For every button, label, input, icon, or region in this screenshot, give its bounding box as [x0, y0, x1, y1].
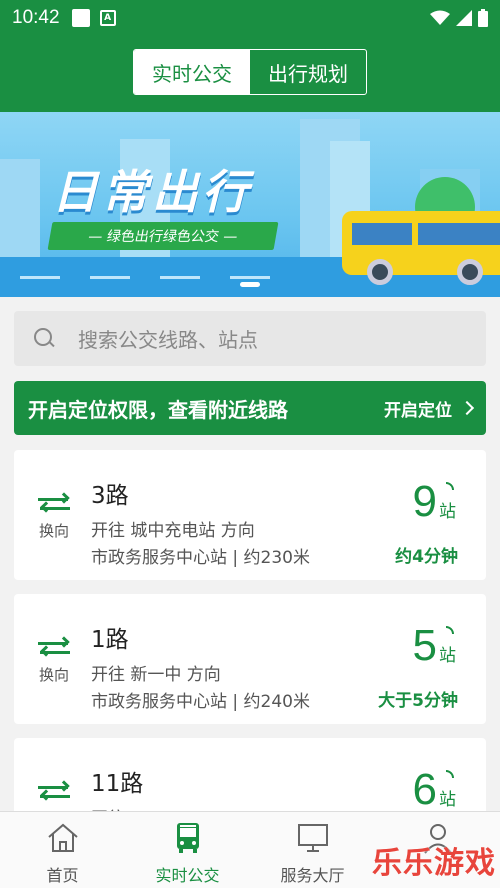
status-bar: 10:42 A — [0, 0, 500, 36]
watermark: 乐乐游戏 — [372, 846, 496, 881]
swap-arrows-icon — [38, 492, 70, 514]
search-input[interactable]: 搜索公交线路、站点 — [78, 324, 258, 353]
bus-icon — [176, 823, 199, 853]
stops-count: 6 — [412, 765, 437, 814]
swap-arrows-icon — [38, 636, 70, 658]
tab-realtime[interactable]: 实时公交 — [125, 812, 250, 888]
tab-realtime-label: 实时公交 — [155, 866, 220, 885]
stops-count: 5 — [412, 621, 437, 670]
route-name: 3路 — [91, 483, 129, 509]
tab-home[interactable]: 首页 — [0, 812, 125, 888]
route-name: 1路 — [91, 627, 129, 653]
stops-unit: 站 — [439, 502, 456, 522]
route-name: 11路 — [91, 771, 144, 797]
carousel-indicator — [240, 282, 260, 287]
tab-service-hall[interactable]: 服务大厅 — [250, 812, 375, 888]
bus-illustration-icon — [342, 211, 500, 285]
route-direction: 开往 城中充电站 方向 — [91, 521, 255, 541]
location-prompt-text: 开启定位权限，查看附近线路 — [28, 397, 288, 422]
signal-icon — [456, 10, 472, 26]
app-badge-icon: A — [99, 10, 116, 26]
status-icons — [430, 9, 488, 27]
stops-remaining: 6 站 — [413, 768, 456, 812]
tab-home-label: 首页 — [46, 866, 79, 885]
swap-label: 换向 — [38, 666, 69, 684]
swap-arrows-icon — [38, 780, 70, 802]
enable-location-label: 开启定位 — [384, 400, 452, 421]
arrival-eta: 大于5分钟 — [378, 691, 458, 711]
stops-remaining: 9 站 — [413, 480, 456, 524]
promo-banner[interactable]: 日常出行 — 绿色出行绿色公交 — — [0, 112, 500, 297]
swap-label: 换向 — [38, 522, 69, 540]
route-card[interactable]: 换向 3路 开往 城中充电站 方向 市政务服务中心站 | 约230米 9 站 约… — [14, 450, 486, 580]
stops-count: 9 — [412, 477, 437, 526]
mode-switch: 实时公交 出行规划 — [133, 49, 367, 95]
tab-service-hall-label: 服务大厅 — [280, 866, 345, 885]
banner-title: 日常出行 — [52, 165, 252, 219]
tab-trip-planning[interactable]: 出行规划 — [250, 50, 366, 94]
location-permission-banner[interactable]: 开启定位权限，查看附近线路 开启定位 — [14, 381, 486, 435]
stops-unit: 站 — [439, 790, 456, 810]
search-bar[interactable]: 搜索公交线路、站点 — [14, 311, 486, 366]
banner-subtitle: — 绿色出行绿色公交 — — [47, 222, 279, 250]
route-direction: 开往 新一中 方向 — [91, 665, 221, 685]
search-icon — [34, 327, 56, 350]
swap-direction-button[interactable]: 换向 — [34, 636, 74, 685]
arrival-eta: 约4分钟 — [395, 547, 458, 567]
monitor-icon — [297, 824, 328, 852]
swap-direction-button[interactable]: 换向 — [34, 492, 74, 541]
route-stop: 市政务服务中心站 | 约240米 — [91, 692, 310, 712]
route-card[interactable]: 换向 1路 开往 新一中 方向 市政务服务中心站 | 约240米 5 站 大于5… — [14, 594, 486, 724]
stops-unit: 站 — [439, 646, 456, 666]
route-stop: 市政务服务中心站 | 约230米 — [91, 548, 310, 568]
home-icon — [47, 823, 78, 852]
chevron-right-icon — [459, 400, 475, 416]
status-time: 10:42 — [12, 7, 60, 28]
tab-realtime-bus[interactable]: 实时公交 — [134, 50, 250, 94]
notification-icon — [71, 9, 90, 27]
stops-remaining: 5 站 — [413, 624, 456, 668]
battery-icon — [478, 9, 488, 27]
enable-location-button[interactable]: 开启定位 — [384, 396, 475, 421]
wifi-icon — [430, 10, 450, 25]
app-header: 实时公交 出行规划 — [0, 36, 500, 112]
